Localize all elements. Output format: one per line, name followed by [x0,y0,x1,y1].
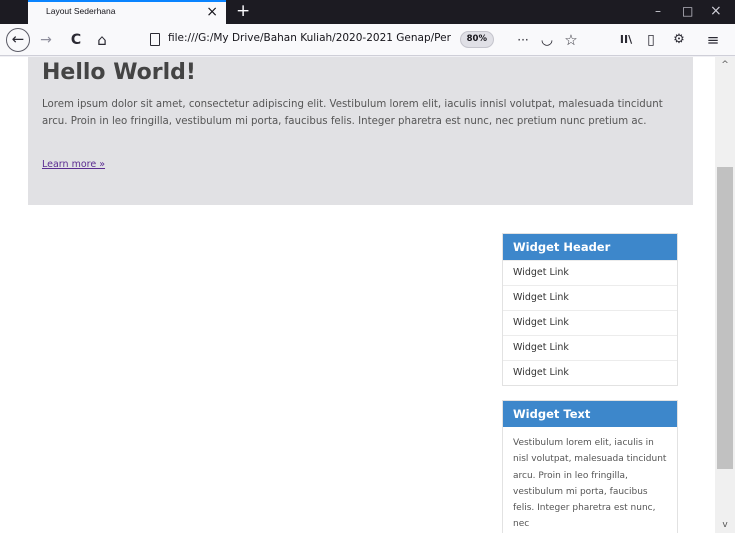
widget-links: Widget Header Widget Link Widget Link Wi… [502,233,678,386]
tab-title: Layout Sederhana [46,6,116,16]
nav-toolbar: ← → C ⌂ file:///G:/My Drive/Bahan Kuliah… [0,24,735,56]
forward-icon[interactable]: → [36,29,56,51]
widget-link[interactable]: Widget Link [503,335,677,360]
hero-title: Hello World! [42,60,196,85]
close-window-icon[interactable]: × [710,3,722,19]
scroll-up-icon[interactable]: ^ [715,57,735,73]
scrollbar[interactable]: ^ v [715,57,735,533]
library-icon[interactable]: II\ [616,29,636,51]
url-text[interactable]: file:///G:/My Drive/Bahan Kuliah/2020-20… [168,32,460,44]
widget-link[interactable]: Widget Link [503,310,677,335]
scroll-down-icon[interactable]: v [715,517,735,533]
scroll-thumb[interactable] [717,167,733,469]
page-icon [150,33,160,46]
more-icon[interactable]: ··· [512,29,534,51]
widget-text-header: Widget Text [503,401,677,427]
page-viewport: Hello World! Lorem ipsum dolor sit amet,… [0,57,715,533]
menu-icon[interactable]: ≡ [704,29,722,51]
tab-close-icon[interactable]: × [206,4,218,20]
tab-strip: Layout Sederhana × + – □ × [0,0,735,24]
back-icon[interactable]: ← [6,28,30,52]
widget-text: Vestibulum lorem elit, iaculis in nisl v… [513,438,667,530]
widget-link[interactable]: Widget Link [503,360,677,385]
widget-text-box: Widget Text Vestibulum lorem elit, iacul… [502,400,678,533]
pocket-icon[interactable]: ◡ [538,29,556,51]
url-bar[interactable]: file:///G:/My Drive/Bahan Kuliah/2020-20… [146,28,506,52]
new-tab-icon[interactable]: + [236,1,250,21]
sidebar-icon[interactable]: ▯ [642,29,660,51]
widget-link[interactable]: Widget Link [503,285,677,310]
bookmark-icon[interactable]: ☆ [562,29,580,51]
browser-tab[interactable]: Layout Sederhana × [28,0,226,24]
extension-icon[interactable]: ⚙ [670,29,688,51]
widget-link[interactable]: Widget Link [503,260,677,285]
zoom-badge[interactable]: 80% [459,31,494,48]
hero-text: Lorem ipsum dolor sit amet, consectetur … [42,99,663,127]
home-icon[interactable]: ⌂ [92,29,112,51]
minimize-icon[interactable]: – [655,3,661,19]
learn-more-link[interactable]: Learn more » [42,159,105,170]
reload-icon[interactable]: C [66,29,86,51]
hero-section: Hello World! Lorem ipsum dolor sit amet,… [28,57,693,205]
maximize-icon[interactable]: □ [682,3,693,19]
widget-header: Widget Header [503,234,677,260]
